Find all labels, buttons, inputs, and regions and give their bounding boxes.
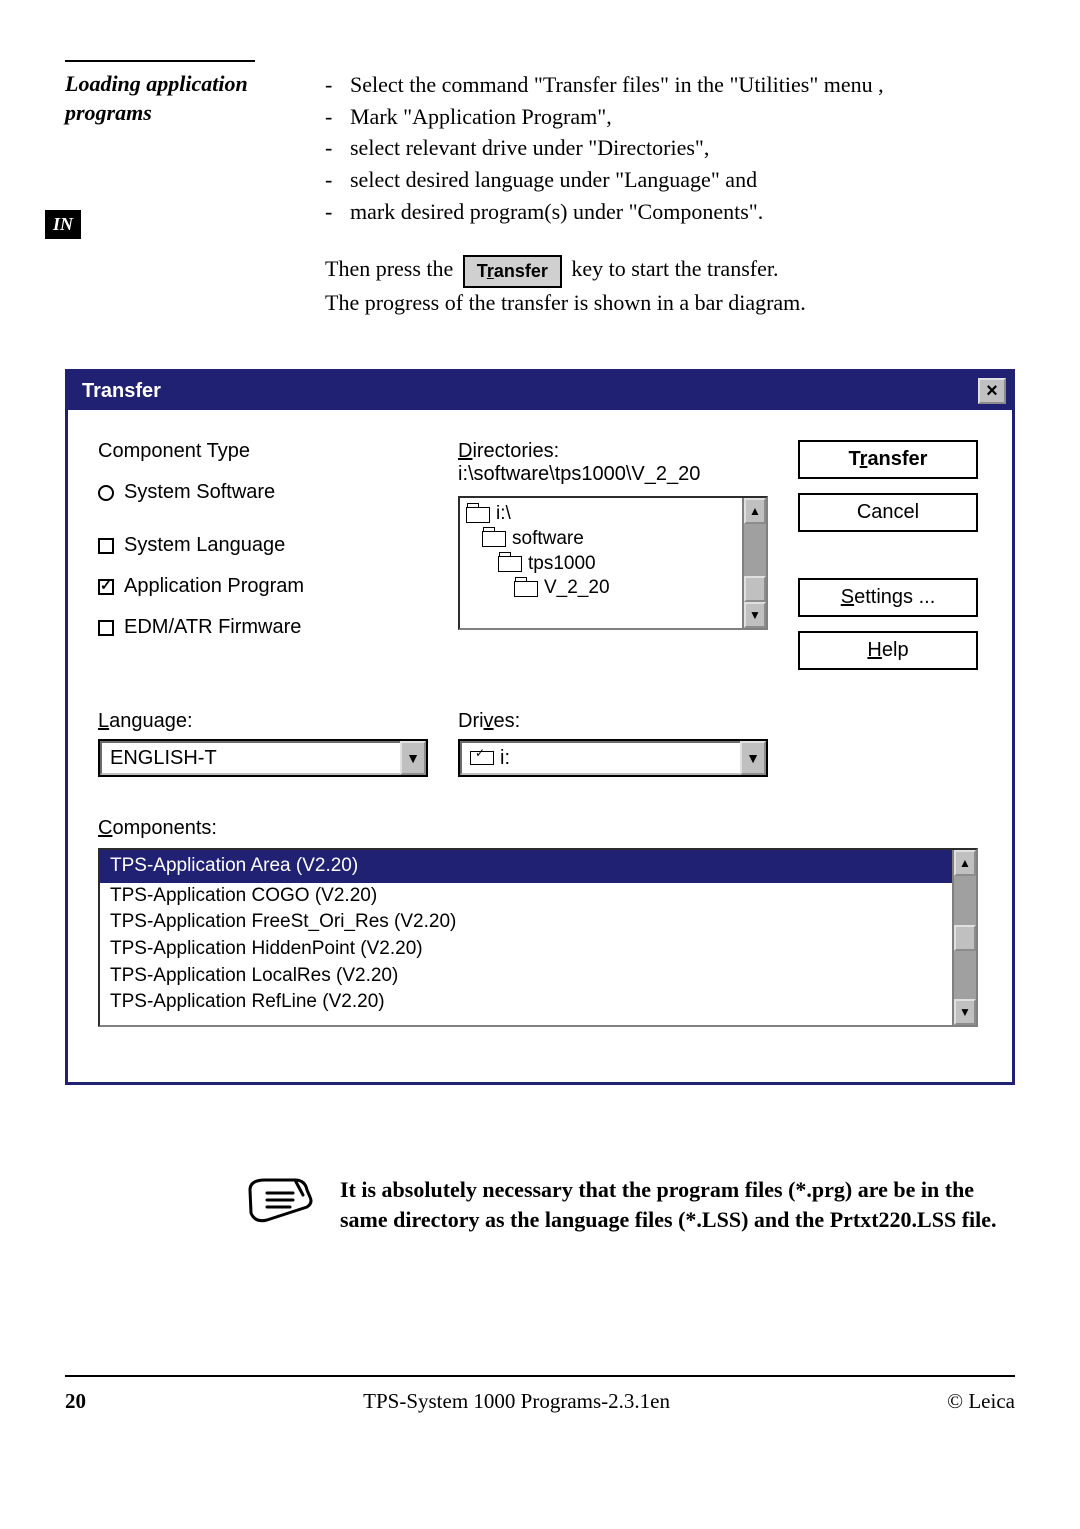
transfer-button[interactable]: Transfer <box>798 440 978 479</box>
chevron-down-icon[interactable]: ▼ <box>740 741 766 775</box>
check-system-language[interactable]: System Language <box>98 534 428 557</box>
language-group: Language: ENGLISH-T ▼ <box>98 710 428 777</box>
check-edm-atr[interactable]: EDM/ATR Firmware <box>98 616 428 639</box>
cancel-button[interactable]: Cancel <box>798 493 978 532</box>
titlebar: Transfer × <box>68 372 1012 410</box>
dialog-title: Transfer <box>82 380 161 403</box>
drives-combo[interactable]: i: ▼ <box>458 739 768 777</box>
side-tab: IN <box>45 210 81 239</box>
progress-line: The progress of the transfer is shown in… <box>325 290 806 315</box>
list-item[interactable]: TPS-Application FreeSt_Ori_Res (V2.20) <box>100 909 952 936</box>
instruction-item: mark desired program(s) under "Component… <box>325 197 1025 227</box>
press-before: Then press the <box>325 256 453 281</box>
footer-rule <box>65 1375 1015 1377</box>
scroll-down-icon[interactable]: ▼ <box>744 602 766 628</box>
instruction-item: Mark "Application Program", <box>325 102 1025 132</box>
page-number: 20 <box>65 1389 86 1414</box>
header-rule <box>65 60 255 62</box>
footer-right: © Leica <box>947 1389 1015 1414</box>
directory-path: i:\software\tps1000\V_2_20 <box>458 463 768 486</box>
scroll-up-icon[interactable]: ▲ <box>954 850 976 876</box>
close-icon[interactable]: × <box>978 378 1006 404</box>
directory-listbox[interactable]: i:\ software tps1000 V_2_20 ▲ ▼ <box>458 496 768 630</box>
side-heading: Loading application programs <box>65 70 265 339</box>
transfer-dialog: Transfer × Component Type System Softwar… <box>65 369 1015 1085</box>
instruction-item: select desired language under "Language"… <box>325 165 1025 195</box>
scrollbar[interactable]: ▲ ▼ <box>742 498 766 628</box>
checkbox-icon <box>98 620 114 636</box>
directories-group: Directories: i:\software\tps1000\V_2_20 … <box>458 440 768 670</box>
check-application-program[interactable]: Application Program <box>98 575 428 598</box>
press-after: key to start the transfer. <box>571 256 778 281</box>
components-label: Components: <box>98 817 978 840</box>
transfer-inline-button[interactable]: Transfer <box>463 255 562 287</box>
scrollbar[interactable]: ▲ ▼ <box>952 850 976 1025</box>
settings-button[interactable]: Settings ... <box>798 578 978 617</box>
list-item[interactable]: TPS-Application LocalRes (V2.20) <box>100 963 952 990</box>
instruction-item: Select the command "Transfer files" in t… <box>325 70 1025 100</box>
checkbox-checked-icon <box>98 579 114 595</box>
list-item[interactable]: TPS-Application HiddenPoint (V2.20) <box>100 936 952 963</box>
folder-open-icon <box>482 531 506 547</box>
directories-label: Directories: <box>458 440 768 463</box>
folder-open-icon <box>466 507 490 523</box>
folder-open-icon <box>498 556 522 572</box>
list-item[interactable]: TPS-Application RefLine (V2.20) <box>100 989 952 1016</box>
note-text: It is absolutely necessary that the prog… <box>340 1175 1015 1234</box>
drives-group: Drives: i: ▼ <box>458 710 768 777</box>
list-item[interactable]: TPS-Application COGO (V2.20) <box>100 883 952 910</box>
component-type-group: Component Type System Software System La… <box>98 440 428 670</box>
scroll-thumb[interactable] <box>744 576 766 602</box>
chevron-down-icon[interactable]: ▼ <box>400 741 426 775</box>
list-item-selected[interactable]: TPS-Application Area (V2.20) <box>100 850 952 883</box>
help-button[interactable]: Help <box>798 631 978 670</box>
scroll-thumb[interactable] <box>954 925 976 951</box>
language-label: Language: <box>98 710 428 733</box>
note-hand-icon <box>245 1175 315 1233</box>
folder-open-icon <box>514 581 538 597</box>
component-type-label: Component Type <box>98 440 428 463</box>
scroll-up-icon[interactable]: ▲ <box>744 498 766 524</box>
scroll-down-icon[interactable]: ▼ <box>954 999 976 1025</box>
radio-system-software[interactable]: System Software <box>98 481 428 504</box>
instruction-item: select relevant drive under "Directories… <box>325 133 1025 163</box>
language-combo[interactable]: ENGLISH-T ▼ <box>98 739 428 777</box>
footer: 20 TPS-System 1000 Programs-2.3.1en © Le… <box>65 1389 1015 1414</box>
checkbox-icon <box>98 538 114 554</box>
footer-center: TPS-System 1000 Programs-2.3.1en <box>363 1389 670 1414</box>
drives-label: Drives: <box>458 710 768 733</box>
radio-icon <box>98 485 114 501</box>
instruction-list: Select the command "Transfer files" in t… <box>325 70 1025 226</box>
drive-icon <box>470 751 494 765</box>
components-listbox[interactable]: TPS-Application Area (V2.20) TPS-Applica… <box>98 848 978 1027</box>
button-column: Transfer Cancel Settings ... Help <box>798 440 978 670</box>
